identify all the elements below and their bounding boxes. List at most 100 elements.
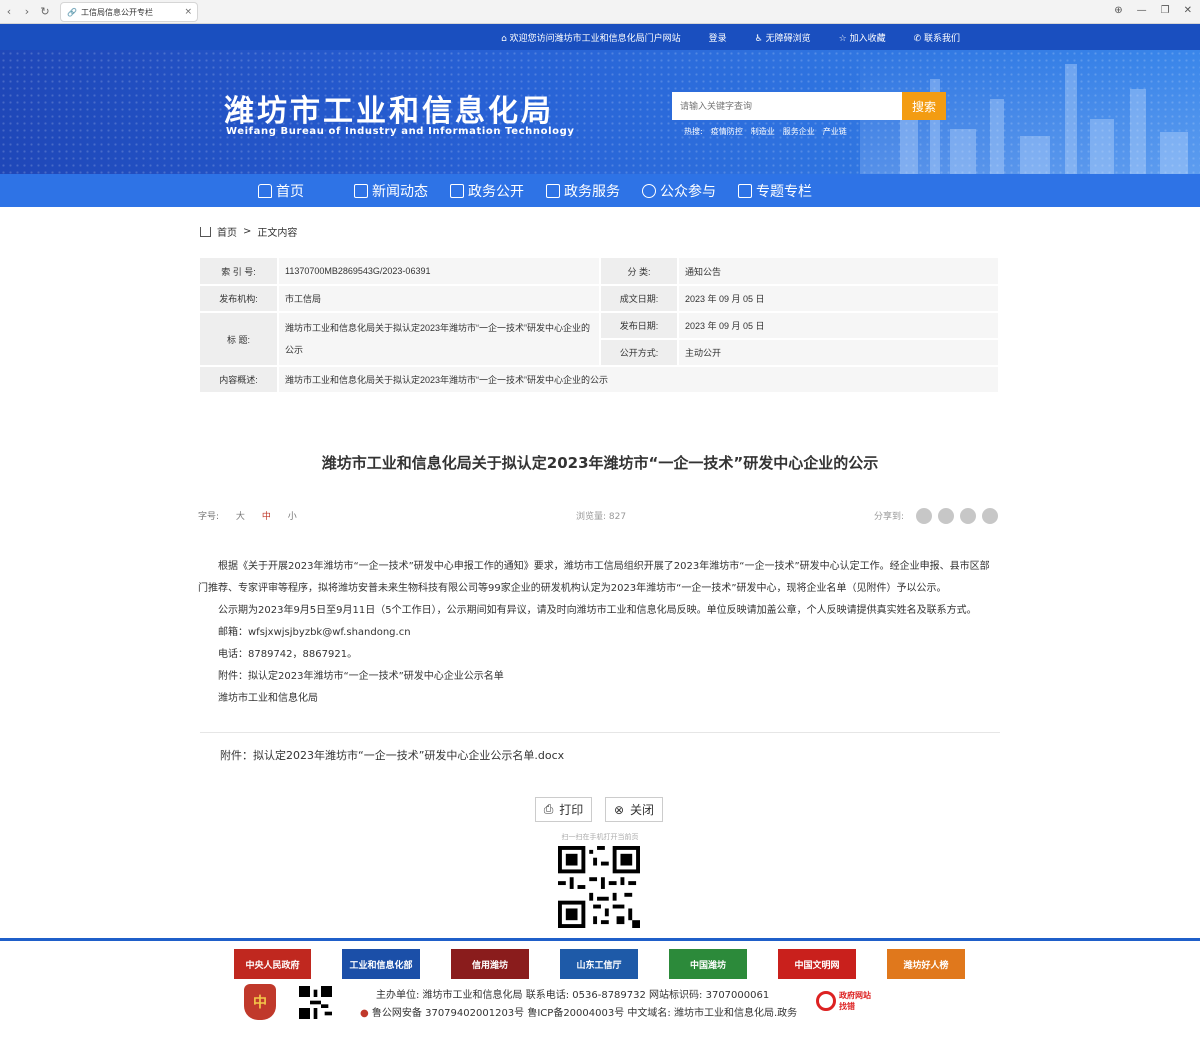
forward-icon[interactable]: › xyxy=(18,5,36,18)
footer-link-wenming[interactable]: 中国文明网 xyxy=(778,949,856,979)
footer-qr-code xyxy=(299,986,332,1019)
published-value: 2023 年 09 月 05 日 xyxy=(678,312,1000,340)
document-info-table: 索 引 号: 11370700MB2869543G/2023-06391 分 类… xyxy=(200,258,1000,394)
accessible-link[interactable]: ♿ 无障碍浏览 xyxy=(755,31,811,44)
font-large-button[interactable]: 大 xyxy=(236,512,245,522)
search-input[interactable] xyxy=(672,92,902,120)
signature: 潍坊市工业和信息化局 xyxy=(218,693,318,704)
title-label: 标 题: xyxy=(200,312,279,367)
nav-gov-open[interactable]: 政务公开 xyxy=(450,181,524,201)
category-label: 分 类: xyxy=(600,258,679,286)
footer-divider xyxy=(0,938,1200,941)
footer-link-credit[interactable]: 信用潍坊 xyxy=(451,949,529,979)
hot-label: 热搜: xyxy=(684,127,703,136)
hot-search: 热搜: 疫情防控 制造业 服务企业 产业链 xyxy=(684,126,847,137)
nav-gov-service[interactable]: 政务服务 xyxy=(546,181,620,201)
article-meta: 字号: 大 中 小 浏览量: 827 分享到: xyxy=(198,507,998,524)
weibo-share-icon[interactable] xyxy=(916,507,932,524)
font-medium-button[interactable]: 中 xyxy=(262,512,271,522)
close-button[interactable]: ⊗ 关闭 xyxy=(605,797,663,822)
close-tab-icon[interactable]: × xyxy=(184,7,192,17)
mode-value: 主动公开 xyxy=(678,339,1000,367)
footer-line-2: ● 鲁公网安备 37079402001203号 鲁ICP备20004003号 中… xyxy=(360,1008,798,1019)
org-label: 发布机构: xyxy=(200,285,279,313)
qq-share-icon[interactable] xyxy=(938,507,954,524)
attachment-link[interactable]: 附件：拟认定2023年潍坊市“一企一技术”研发中心企业公示名单.docx xyxy=(220,747,564,763)
close-circle-icon: ⊗ xyxy=(613,802,625,817)
page-qr-code xyxy=(557,846,641,928)
breadcrumb-separator: > xyxy=(243,226,252,237)
tab-title: 工信局信息公开专栏 xyxy=(80,7,153,17)
summary-label: 内容概述: xyxy=(200,366,279,394)
paragraph: 根据《关于开展2023年潍坊市“一企一技术”研发中心申报工作的通知》要求，潍坊市… xyxy=(198,561,990,594)
footer-link-sdgxt[interactable]: 山东工信厅 xyxy=(560,949,638,979)
print-button[interactable]: ⎙ 打印 xyxy=(535,797,592,822)
scan-hint: 扫一扫在手机打开当前页 xyxy=(561,833,639,841)
index-value: 11370700MB2869543G/2023-06391 xyxy=(278,258,601,286)
paragraph: 电话：8789742，8867921。 xyxy=(218,649,358,660)
magnifier-icon xyxy=(816,991,836,1011)
footer-link-haoren[interactable]: 潍坊好人榜 xyxy=(887,949,965,979)
title-value: 潍坊市工业和信息化局关于拟认定2023年潍坊市“一企一技术”研发中心企业的公示 xyxy=(278,312,601,367)
file-icon xyxy=(546,183,560,198)
hot-term[interactable]: 制造业 xyxy=(751,126,775,137)
top-utility-bar: ⌂ 欢迎您访问潍坊市工业和信息化局门户网站 登录 ♿ 无障碍浏览 ☆ 加入收藏 … xyxy=(0,24,1200,50)
index-label: 索 引 号: xyxy=(200,258,279,286)
window-close-icon[interactable]: ✕ xyxy=(1184,5,1192,16)
share-label: 分享到: xyxy=(873,512,904,522)
org-value: 市工信局 xyxy=(278,285,601,313)
share-bar: 分享到: xyxy=(873,507,998,524)
created-label: 成文日期: xyxy=(600,285,679,313)
hot-term[interactable]: 服务企业 xyxy=(783,126,815,137)
refresh-icon[interactable]: ↻ xyxy=(36,5,54,18)
summary-value: 潍坊市工业和信息化局关于拟认定2023年潍坊市“一企一技术”研发中心企业的公示 xyxy=(278,366,1000,394)
home-icon xyxy=(258,183,272,198)
font-size-switcher: 字号: 大 中 小 xyxy=(198,509,297,522)
minimize-icon[interactable]: — xyxy=(1137,5,1147,16)
footer-link-weifang[interactable]: 中国潍坊 xyxy=(669,949,747,979)
breadcrumb: 首页 > 正文内容 xyxy=(200,224,297,239)
footer-line-1: 主办单位: 潍坊市工业和信息化局 联系电话: 0536-8789732 网站标识… xyxy=(376,990,770,1001)
police-icon: ● xyxy=(360,1008,369,1019)
globe-icon[interactable]: ⊕ xyxy=(1114,5,1122,16)
nav-topics[interactable]: 专题专栏 xyxy=(738,181,812,201)
article-title: 潍坊市工业和信息化局关于拟认定2023年潍坊市“一企一技术”研发中心企业的公示 xyxy=(321,454,879,472)
restore-icon[interactable]: ❐ xyxy=(1161,5,1170,16)
hot-term[interactable]: 产业链 xyxy=(823,126,847,137)
search-button[interactable]: 搜索 xyxy=(902,92,946,120)
footer-link-gov[interactable]: 中央人民政府 xyxy=(234,949,311,979)
party-gov-badge[interactable]: 中 xyxy=(244,984,276,1020)
font-size-label: 字号: xyxy=(198,512,220,522)
favorite-link[interactable]: ☆ 加入收藏 xyxy=(839,31,886,44)
tencent-weibo-share-icon[interactable] xyxy=(982,507,998,524)
link-icon: 🔗 xyxy=(67,7,77,17)
nav-participation[interactable]: 公众参与 xyxy=(642,181,716,201)
breadcrumb-current: 正文内容 xyxy=(257,228,298,239)
building-icon xyxy=(450,183,464,198)
breadcrumb-home[interactable]: 首页 xyxy=(217,224,237,239)
created-value: 2023 年 09 月 05 日 xyxy=(678,285,1000,313)
paragraph: 附件：拟认定2023年潍坊市“一企一技术”研发中心企业公示名单 xyxy=(218,671,504,682)
nav-news[interactable]: 新闻动态 xyxy=(354,181,428,201)
gov-error-report[interactable]: 政府网站 找错 xyxy=(816,987,878,1015)
footer-link-miit[interactable]: 工业和信息化部 xyxy=(342,949,420,979)
paragraph: 公示期为2023年9月5日至9月11日（5个工作日），公示期间如有异议，请及时向… xyxy=(218,605,977,616)
login-link[interactable]: 登录 xyxy=(709,31,727,44)
divider xyxy=(200,732,1000,733)
hot-term[interactable]: 疫情防控 xyxy=(711,126,743,137)
footer-info: 主办单位: 潍坊市工业和信息化局 联系电话: 0536-8789732 网站标识… xyxy=(360,987,797,1023)
qzone-share-icon[interactable] xyxy=(960,507,976,524)
chat-icon xyxy=(642,183,656,198)
article-body: 根据《关于开展2023年潍坊市“一企一技术”研发中心申报工作的通知》要求，潍坊市… xyxy=(198,556,998,710)
category-value: 通知公告 xyxy=(678,258,1000,286)
printer-icon: ⎙ xyxy=(543,802,554,816)
paragraph: 邮箱：wfsjxwjsjbyzbk@wf.shandong.cn xyxy=(218,627,411,638)
contact-link[interactable]: ✆ 联系我们 xyxy=(914,31,960,44)
back-icon[interactable]: ‹ xyxy=(0,5,18,18)
nav-home[interactable]: 首页 xyxy=(258,181,304,201)
site-title: 潍坊市工业和信息化局 xyxy=(224,94,554,129)
browser-toolbar: ‹ › ↻ 🔗 工信局信息公开专栏 × ⊕ — ❐ ✕ xyxy=(0,0,1200,24)
browser-tab[interactable]: 🔗 工信局信息公开专栏 × xyxy=(60,2,198,22)
font-small-button[interactable]: 小 xyxy=(288,512,297,522)
site-subtitle: Weifang Bureau of Industry and Informati… xyxy=(226,126,575,137)
